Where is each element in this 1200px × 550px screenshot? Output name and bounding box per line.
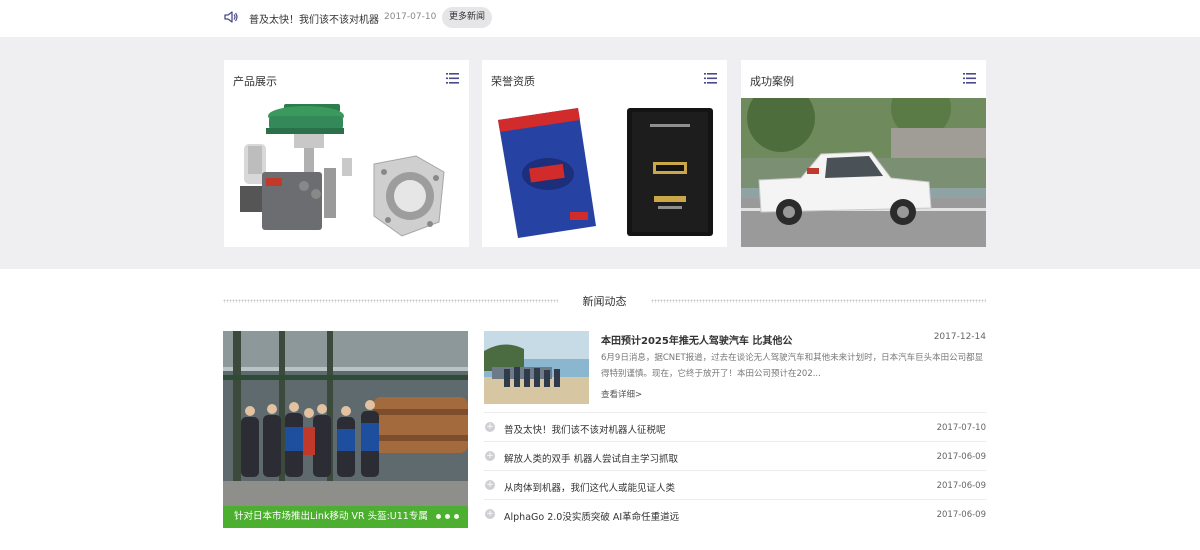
- featured-news-date: 2017-12-14: [933, 332, 986, 342]
- list-item[interactable]: + 解放人类的双手 机器人尝试自主学习抓取 2017-06-09: [484, 441, 986, 470]
- plus-icon: +: [485, 509, 495, 519]
- news-section-header: 新闻动态: [223, 293, 986, 309]
- news-item-date: 2017-06-09: [936, 452, 986, 462]
- plus-icon: +: [485, 422, 495, 432]
- slideshow-caption-text[interactable]: 针对日本市场推出Link移动 VR 头盔:U11专属: [234, 511, 428, 522]
- news-item-title[interactable]: 从肉体到机器，我们这代人或能见证人类: [504, 480, 675, 494]
- news-section-title: 新闻动态: [582, 295, 627, 308]
- announcement-date: 2017-07-10: [384, 12, 437, 22]
- list-icon[interactable]: [704, 73, 717, 84]
- plus-icon: +: [485, 480, 495, 490]
- card-title[interactable]: 产品展示: [233, 73, 277, 89]
- announcement-headline-link[interactable]: 普及太快！我们该不该对机器: [249, 11, 379, 26]
- list-icon[interactable]: [963, 73, 976, 84]
- factory-team-image[interactable]: [223, 331, 468, 528]
- card-honors[interactable]: 荣誉资质: [482, 60, 727, 247]
- announcement-bar: 普及太快！我们该不该对机器 2017-07-10 更多新闻: [0, 0, 1200, 37]
- card-title[interactable]: 荣誉资质: [491, 73, 535, 89]
- featured-news-summary: 6月9日消息，据CNET报道，过去在谈论无人驾驶汽车和其他未来计划时，日本汽车巨…: [601, 353, 984, 379]
- news-item-date: 2017-06-09: [936, 510, 986, 520]
- news-item-date: 2017-06-09: [936, 481, 986, 491]
- pickup-truck-image[interactable]: [741, 98, 986, 247]
- read-more-link[interactable]: 查看详细>: [601, 388, 642, 400]
- news-slideshow[interactable]: 针对日本市场推出Link移动 VR 头盔:U11专属: [223, 331, 468, 528]
- list-item[interactable]: + 从肉体到机器，我们这代人或能见证人类 2017-06-09: [484, 470, 986, 499]
- list-item[interactable]: + AlphaGo 2.0没实质突破 AI革命任重道远 2017-06-09: [484, 499, 986, 528]
- plus-icon: +: [485, 451, 495, 461]
- slideshow-caption[interactable]: 针对日本市场推出Link移动 VR 头盔:U11专属: [223, 506, 468, 528]
- news-item-title[interactable]: 普及太快！我们该不该对机器人征税呢: [504, 422, 666, 436]
- news-item-title[interactable]: AlphaGo 2.0没实质突破 AI革命任重道远: [504, 509, 679, 523]
- more-news-button[interactable]: 更多新闻: [442, 7, 492, 28]
- list-item[interactable]: + 普及太快！我们该不该对机器人征税呢 2017-07-10: [484, 412, 986, 441]
- card-products[interactable]: 产品展示: [224, 60, 469, 247]
- catalog-books-image[interactable]: [482, 98, 727, 247]
- news-item-title[interactable]: 解放人类的双手 机器人尝试自主学习抓取: [504, 451, 678, 465]
- card-title[interactable]: 成功案例: [750, 73, 794, 89]
- slideshow-dot[interactable]: [445, 514, 450, 519]
- control-valve-image[interactable]: [224, 98, 469, 247]
- slideshow-dot[interactable]: [436, 514, 441, 519]
- slideshow-dots: [436, 514, 459, 519]
- speaker-icon: [224, 11, 238, 23]
- news-item-date: 2017-07-10: [936, 423, 986, 433]
- featured-news: 本田预计2025年推无人驾驶汽车 比其他公 2017-12-14 6月9日消息，…: [484, 331, 986, 406]
- slideshow-dot[interactable]: [454, 514, 459, 519]
- beach-group-thumbnail[interactable]: [484, 331, 589, 404]
- list-icon[interactable]: [446, 73, 459, 84]
- card-cases[interactable]: 成功案例: [741, 60, 986, 247]
- news-list: + 普及太快！我们该不该对机器人征税呢 2017-07-10 + 解放人类的双手…: [484, 412, 986, 528]
- featured-news-title[interactable]: 本田预计2025年推无人驾驶汽车 比其他公: [601, 332, 792, 347]
